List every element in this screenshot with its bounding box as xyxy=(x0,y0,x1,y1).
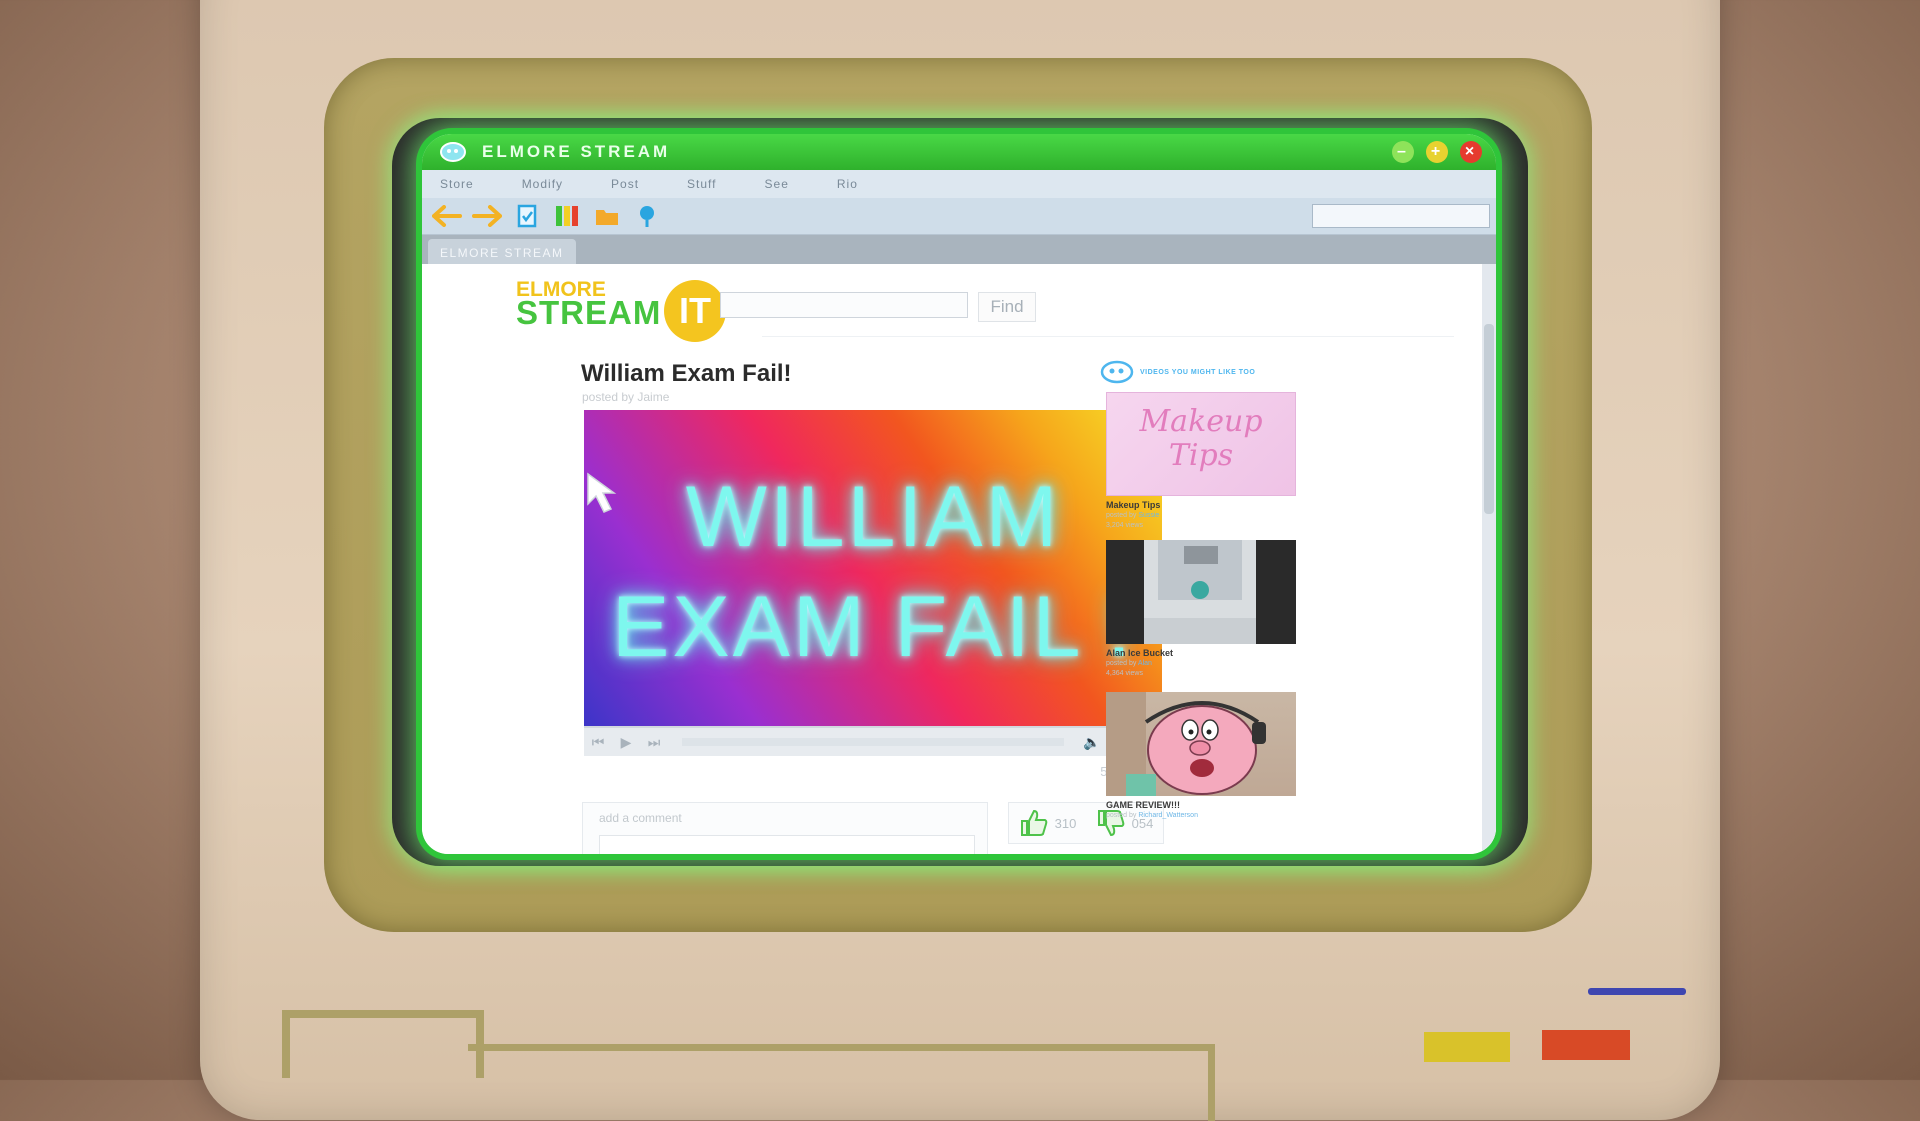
scrollbar[interactable] xyxy=(1482,264,1496,854)
related-video-author: posted by Alan xyxy=(1106,660,1152,667)
power-indicator xyxy=(1588,988,1686,995)
folder-icon[interactable] xyxy=(590,201,624,231)
menu-item-see[interactable]: See xyxy=(765,177,789,191)
player-controls: ⏮ ▶ ⏭ 🔈 ▦ ⟁ xyxy=(584,726,1162,756)
related-video-views: 4,364 views xyxy=(1106,670,1143,677)
header-divider xyxy=(762,336,1454,337)
menu-item-store[interactable]: Store xyxy=(440,177,474,191)
comment-input[interactable] xyxy=(599,835,975,854)
related-video-title[interactable]: GAME REVIEW!!! xyxy=(1106,800,1180,810)
window-title: ELMORE STREAM xyxy=(482,142,671,161)
menu-bar: Store Modify Post Stuff See Rio xyxy=(422,170,1496,198)
play-icon[interactable]: ▶ xyxy=(612,734,640,751)
related-videos-title: VIDEOS YOU MIGHT LIKE TOO xyxy=(1140,368,1256,376)
maximize-button[interactable]: + xyxy=(1426,141,1448,163)
monitor-yellow-button[interactable] xyxy=(1424,1032,1510,1062)
menu-item-stuff[interactable]: Stuff xyxy=(687,177,716,191)
stream-app-icon xyxy=(1100,360,1134,384)
back-arrow-icon[interactable] xyxy=(430,201,464,231)
progress-bar[interactable] xyxy=(682,738,1064,746)
menu-item-modify[interactable]: Modify xyxy=(522,177,563,191)
like-count: 310 xyxy=(1054,815,1077,831)
monitor-red-button[interactable] xyxy=(1542,1030,1630,1060)
related-videos-header: VIDEOS YOU MIGHT LIKE TOO xyxy=(1100,360,1255,384)
volume-icon[interactable]: 🔈 xyxy=(1078,734,1106,751)
page-icon[interactable] xyxy=(510,201,544,231)
site-logo-badge: IT xyxy=(664,280,726,342)
forward-arrow-icon[interactable] xyxy=(470,201,504,231)
author-link[interactable]: Sussie xyxy=(1138,512,1159,519)
toolbar xyxy=(422,198,1496,235)
related-video-author: posted by Richard_Watterson xyxy=(1106,812,1198,819)
minimize-button[interactable]: – xyxy=(1392,141,1414,163)
like-button[interactable]: 310 xyxy=(1019,809,1077,837)
search-input[interactable] xyxy=(720,292,968,318)
thumbs-up-icon xyxy=(1020,809,1047,836)
related-video-thumbnail[interactable] xyxy=(1106,692,1296,796)
close-button[interactable]: × xyxy=(1460,141,1482,163)
comment-label: add a comment xyxy=(599,811,682,825)
find-button[interactable]: Find xyxy=(978,292,1036,322)
related-video-thumbnail[interactable] xyxy=(1106,540,1296,644)
related-video-author: posted by Sussie xyxy=(1106,512,1160,519)
menu-item-post[interactable]: Post xyxy=(611,177,639,191)
stream-app-icon xyxy=(440,142,466,162)
scrollbar-thumb[interactable] xyxy=(1484,324,1494,514)
author-link[interactable]: Alan xyxy=(1138,660,1152,667)
video-posted-by[interactable]: posted by Jaime xyxy=(582,390,669,404)
skip-back-icon[interactable]: ⏮ xyxy=(584,734,612,751)
bookmark-icon[interactable] xyxy=(550,201,584,231)
video-player[interactable]: WILLIAM EXAM FAIL ! xyxy=(584,410,1162,726)
video-overlay-text: EXAM FAIL ! xyxy=(611,579,1135,675)
skip-forward-icon[interactable]: ⏭ xyxy=(640,734,668,751)
related-video-views: 3,204 views xyxy=(1106,522,1143,529)
disk-drive-outline xyxy=(282,1010,484,1078)
author-link[interactable]: Richard_Watterson xyxy=(1138,812,1198,819)
video-overlay-text: WILLIAM xyxy=(685,469,1061,565)
related-video-title[interactable]: Makeup Tips xyxy=(1106,500,1160,510)
address-input[interactable] xyxy=(1312,204,1490,228)
related-video-title[interactable]: Alan Ice Bucket xyxy=(1106,648,1173,658)
tab-elmore-stream[interactable]: ELMORE STREAM xyxy=(428,239,576,265)
mouse-cursor-icon xyxy=(587,472,617,513)
site-logo-stream: STREAM xyxy=(516,294,662,331)
disk-drive-outline xyxy=(468,1044,1215,1121)
tab-bar: ELMORE STREAM xyxy=(422,235,1496,265)
menu-item-rio[interactable]: Rio xyxy=(837,177,858,191)
web-page: ELMORE STREAM IT Find William Exam Fail!… xyxy=(422,264,1496,854)
disk-drive-slot xyxy=(282,1010,1215,1121)
pin-icon[interactable] xyxy=(630,201,664,231)
video-title: William Exam Fail! xyxy=(581,360,792,387)
related-video-thumbnail[interactable]: Makeup Tips xyxy=(1106,392,1296,496)
comment-box: add a comment xyxy=(582,802,988,854)
title-bar[interactable]: ELMORE STREAM – + × xyxy=(422,134,1496,170)
thumbnail-text: Makeup Tips xyxy=(1139,404,1263,473)
